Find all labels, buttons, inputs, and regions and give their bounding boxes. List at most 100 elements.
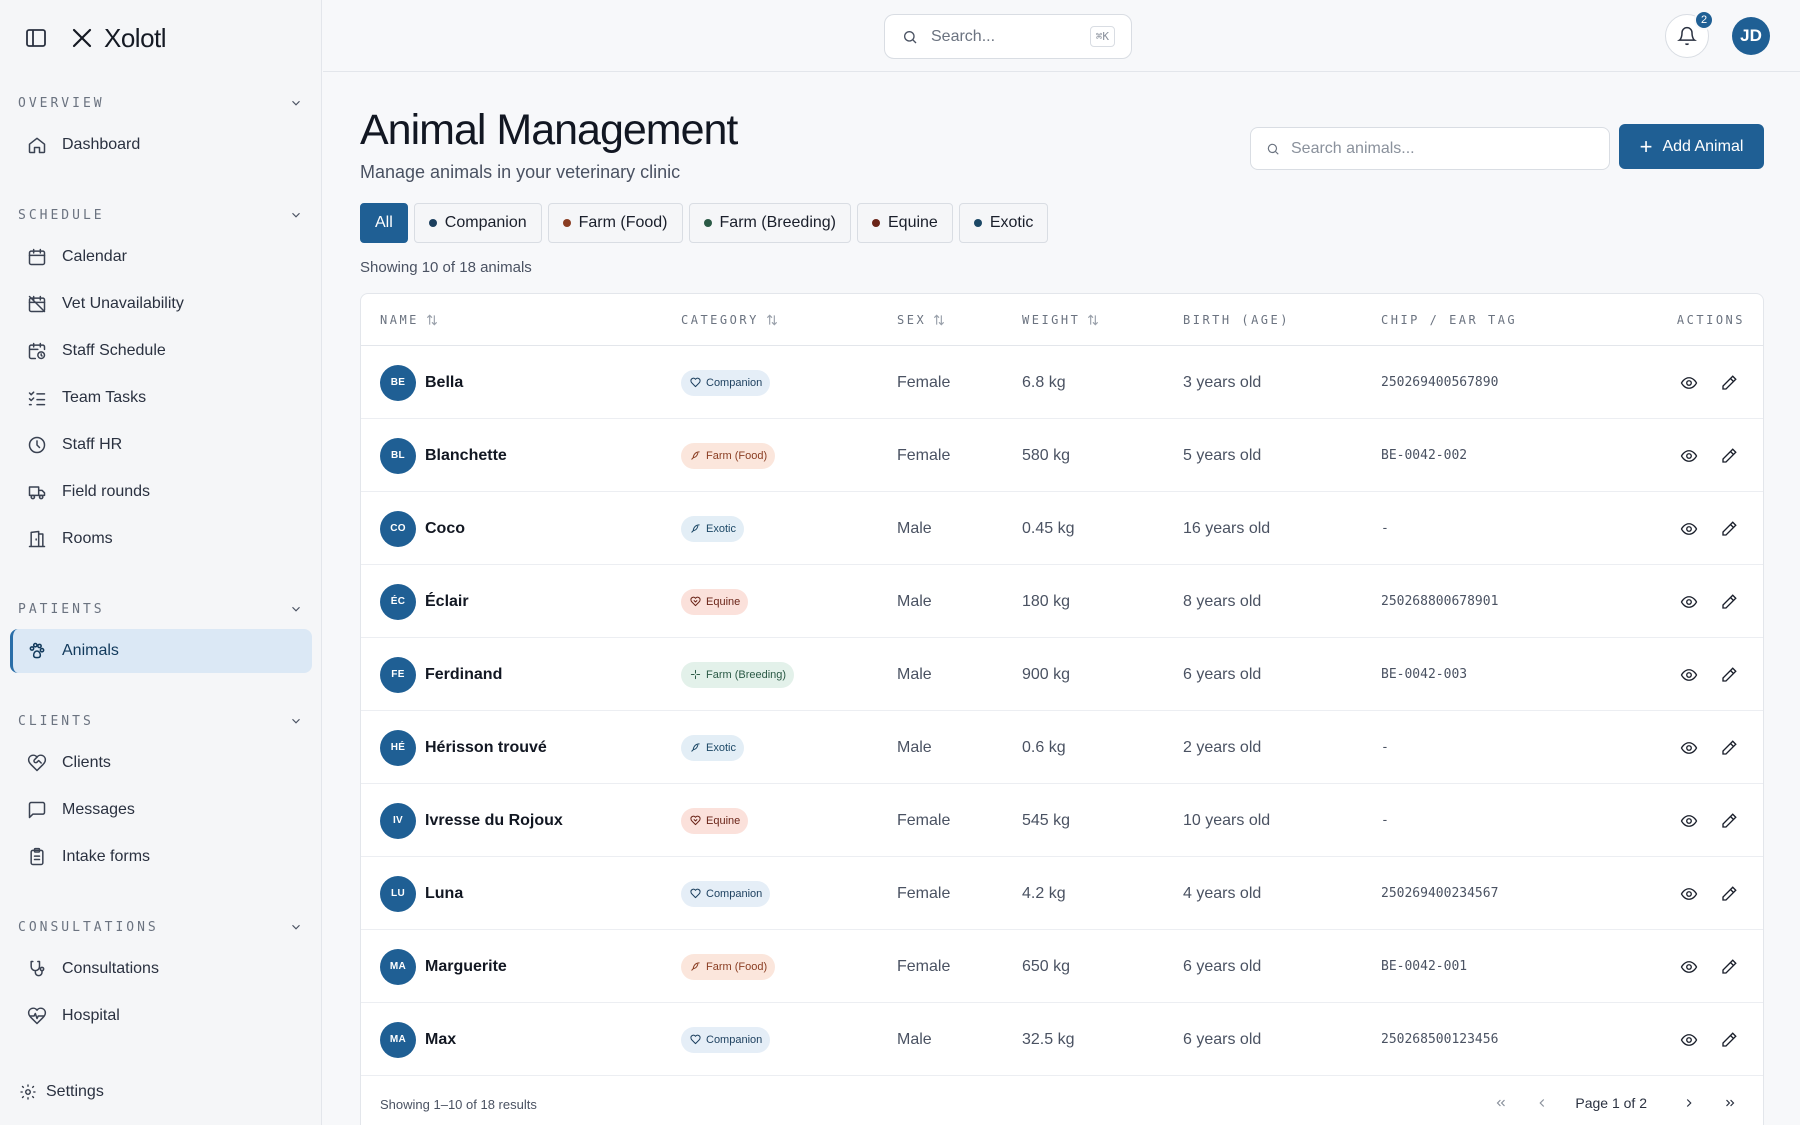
column-header-name[interactable]: NAME	[380, 294, 439, 346]
bell-icon	[1677, 26, 1697, 46]
sidebar-item-hospital[interactable]: Hospital	[10, 994, 312, 1038]
sidebar-item-rooms[interactable]: Rooms	[10, 517, 312, 561]
age-cell: 6 years old	[1183, 1030, 1262, 1048]
search-icon	[901, 28, 919, 46]
sidebar-item-staff-schedule[interactable]: Staff Schedule	[10, 329, 312, 373]
filter-farm-food[interactable]: Farm (Food)	[547, 203, 683, 243]
animal-name-cell[interactable]: LU Luna	[380, 857, 463, 930]
section-header-schedule[interactable]: SCHEDULE	[0, 198, 322, 232]
filter-exotic[interactable]: Exotic	[958, 203, 1049, 243]
filter-companion[interactable]: Companion	[413, 203, 542, 243]
animals-table: NAME CATEGORY SEX WEIGHT BIRTH (AGE) CHI…	[360, 293, 1764, 1125]
sidebar-item-vet-unavailability[interactable]: Vet Unavailability	[10, 282, 312, 326]
user-avatar[interactable]: JD	[1732, 17, 1770, 55]
column-header-chip-label: CHIP / EAR TAG	[1381, 313, 1518, 327]
edit-pencil-icon[interactable]	[1717, 809, 1741, 833]
filter-all[interactable]: All	[360, 203, 408, 243]
stethoscope-icon	[26, 958, 48, 980]
view-icon[interactable]	[1677, 663, 1701, 687]
view-icon[interactable]	[1677, 809, 1701, 833]
table-row[interactable]: LU Luna Companion Female 4.2 kg 4 years old 25…	[361, 857, 1763, 930]
edit-pencil-icon[interactable]	[1717, 371, 1741, 395]
edit-pencil-icon[interactable]	[1717, 517, 1741, 541]
animal-name-cell[interactable]: FE Ferdinand	[380, 638, 502, 711]
table-row[interactable]: MA Max Companion Male 32.5 kg 6 years old 2502…	[361, 1003, 1763, 1076]
settings-link[interactable]: Settings	[18, 1082, 104, 1102]
chip-cell: 250268500123456	[1381, 1032, 1499, 1047]
weight-cell: 0.6 kg	[1022, 738, 1066, 756]
search-shortcut: ⌘K	[1089, 26, 1115, 47]
sidebar-item-staff-hr[interactable]: Staff HR	[10, 423, 312, 467]
sidebar-item-clients[interactable]: Clients	[10, 741, 312, 785]
filter-farm-breeding[interactable]: Farm (Breeding)	[688, 203, 851, 243]
message-square-icon	[26, 799, 48, 821]
animal-avatar: FE	[380, 656, 416, 693]
category-cell: Companion	[681, 857, 771, 930]
list-checks-icon	[26, 387, 48, 409]
view-icon[interactable]	[1677, 371, 1701, 395]
view-icon[interactable]	[1677, 1028, 1701, 1052]
sidebar-toggle-icon[interactable]	[22, 24, 50, 52]
section-header-overview[interactable]: OVERVIEW	[0, 86, 322, 120]
animal-search-input[interactable]	[1291, 139, 1591, 158]
table-row[interactable]: IV Ivresse du Rojoux Equine Female 545 kg 10 …	[361, 784, 1763, 857]
animal-name-cell[interactable]: IV Ivresse du Rojoux	[380, 784, 563, 857]
global-search[interactable]: Search... ⌘K	[884, 14, 1132, 59]
view-icon[interactable]	[1677, 444, 1701, 468]
sidebar-item-field-rounds[interactable]: Field rounds	[10, 470, 312, 514]
animal-name-cell[interactable]: BE Bella	[380, 346, 463, 419]
sidebar-item-consultations[interactable]: Consultations	[10, 947, 312, 991]
animal-name-cell[interactable]: MA Max	[380, 1003, 456, 1076]
edit-pencil-icon[interactable]	[1717, 1028, 1741, 1052]
last-page-icon[interactable]	[1717, 1090, 1743, 1116]
table-row[interactable]: BE Bella Companion Female 6.8 kg 3 years old 2…	[361, 346, 1763, 419]
column-header-sex[interactable]: SEX	[897, 294, 946, 346]
sex-cell: Female	[897, 446, 951, 464]
edit-pencil-icon[interactable]	[1717, 444, 1741, 468]
notifications-button[interactable]: 2	[1665, 10, 1714, 58]
row-actions	[1677, 1003, 1741, 1076]
column-header-category[interactable]: CATEGORY	[681, 294, 779, 346]
sidebar-item-intake-forms[interactable]: Intake forms	[10, 835, 312, 879]
edit-pencil-icon[interactable]	[1717, 882, 1741, 906]
animal-name-cell[interactable]: CO Coco	[380, 492, 465, 565]
edit-pencil-icon[interactable]	[1717, 663, 1741, 687]
table-row[interactable]: FE Ferdinand Farm (Breeding) Male 900 kg 6 ye…	[361, 638, 1763, 711]
view-icon[interactable]	[1677, 736, 1701, 760]
prev-page-icon[interactable]	[1529, 1090, 1555, 1116]
heart-handshake-icon	[26, 752, 48, 774]
add-animal-button[interactable]: + Add Animal	[1619, 124, 1764, 169]
animal-name-cell[interactable]: ÉC Éclair	[380, 565, 469, 638]
section-header-patients[interactable]: PATIENTS	[0, 592, 322, 626]
next-page-icon[interactable]	[1676, 1090, 1702, 1116]
sidebar-item-team-tasks[interactable]: Team Tasks	[10, 376, 312, 420]
sidebar-item-messages[interactable]: Messages	[10, 788, 312, 832]
column-header-weight[interactable]: WEIGHT	[1022, 294, 1100, 346]
first-page-icon[interactable]	[1488, 1090, 1514, 1116]
animal-name: Bella	[425, 373, 464, 391]
sidebar-item-calendar[interactable]: Calendar	[10, 235, 312, 279]
edit-pencil-icon[interactable]	[1717, 590, 1741, 614]
sidebar-item-animals[interactable]: Animals	[10, 629, 312, 673]
chevron-down-icon	[288, 95, 304, 111]
filter-equine[interactable]: Equine	[857, 203, 953, 243]
view-icon[interactable]	[1677, 590, 1701, 614]
edit-pencil-icon[interactable]	[1717, 736, 1741, 760]
animal-name-cell[interactable]: HÉ Hérisson trouvé	[380, 711, 547, 784]
table-row[interactable]: HÉ Hérisson trouvé Exotic Male 0.6 kg 2 years…	[361, 711, 1763, 784]
animal-name-cell[interactable]: MA Marguerite	[380, 930, 507, 1003]
section-header-consultations[interactable]: CONSULTATIONS	[0, 910, 322, 944]
table-row[interactable]: CO Coco Exotic Male 0.45 kg 16 years old -	[361, 492, 1763, 565]
category-cell: Exotic	[681, 711, 744, 784]
edit-pencil-icon[interactable]	[1717, 955, 1741, 979]
section-header-clients[interactable]: CLIENTS	[0, 704, 322, 738]
animal-search[interactable]	[1250, 127, 1610, 170]
table-row[interactable]: MA Marguerite Farm (Food) Female 650 kg 6 yea…	[361, 930, 1763, 1003]
table-row[interactable]: BL Blanchette Farm (Food) Female 580 kg 5 yea…	[361, 419, 1763, 492]
sidebar-item-dashboard[interactable]: Dashboard	[10, 123, 312, 167]
view-icon[interactable]	[1677, 955, 1701, 979]
animal-name-cell[interactable]: BL Blanchette	[380, 419, 507, 492]
view-icon[interactable]	[1677, 517, 1701, 541]
view-icon[interactable]	[1677, 882, 1701, 906]
table-row[interactable]: ÉC Éclair Equine Male 180 kg 8 years old 25026…	[361, 565, 1763, 638]
